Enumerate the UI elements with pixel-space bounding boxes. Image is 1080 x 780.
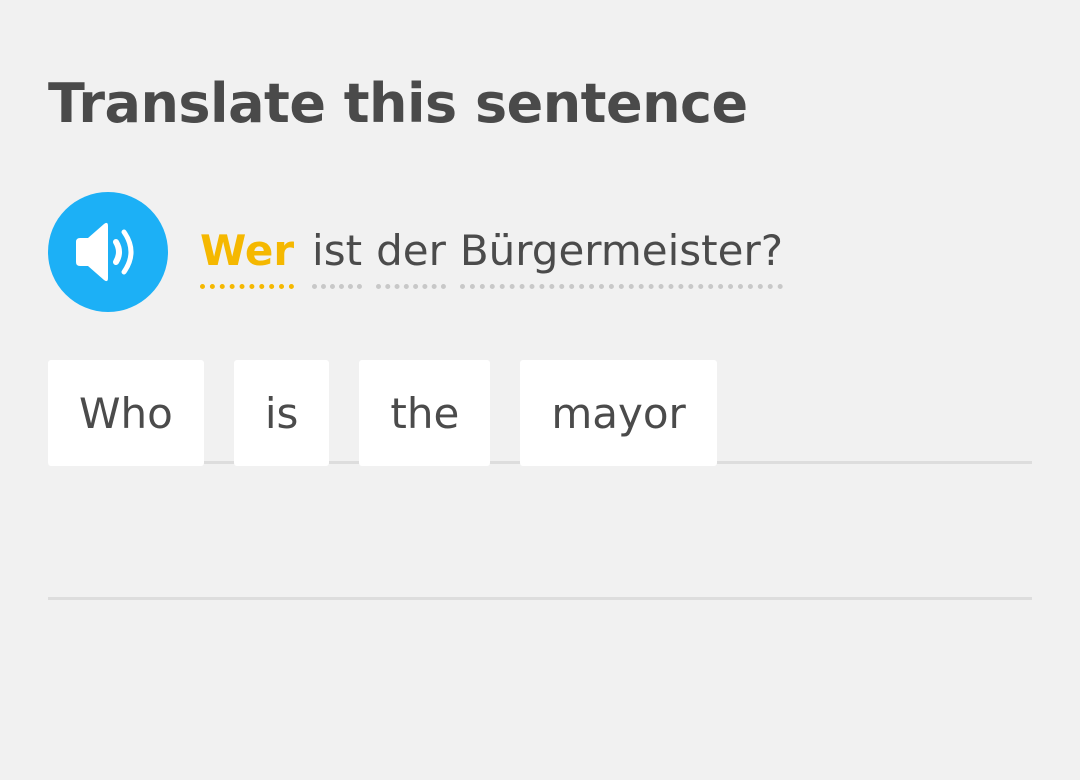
sentence-word[interactable]: der [376,222,446,289]
exercise-title: Translate this sentence [48,72,748,135]
answer-area: Who is the mayor [48,360,717,466]
word-token[interactable]: mayor [520,360,717,466]
sentence-word[interactable]: Bürgermeister? [459,222,784,289]
sentence-word-new[interactable]: Wer [200,222,295,289]
play-audio-button[interactable] [48,192,168,312]
word-token[interactable]: is [233,360,330,466]
speaker-icon [76,222,134,282]
sentence-word[interactable]: ist [312,222,363,289]
exercise-screen: Translate this sentence Wer ist der Bürgerm… [0,0,1080,780]
answer-line [48,597,1032,600]
source-sentence: Wer ist der Bürgermeister? [200,222,797,289]
word-token[interactable]: the [359,360,491,466]
word-token[interactable]: Who [48,360,204,466]
